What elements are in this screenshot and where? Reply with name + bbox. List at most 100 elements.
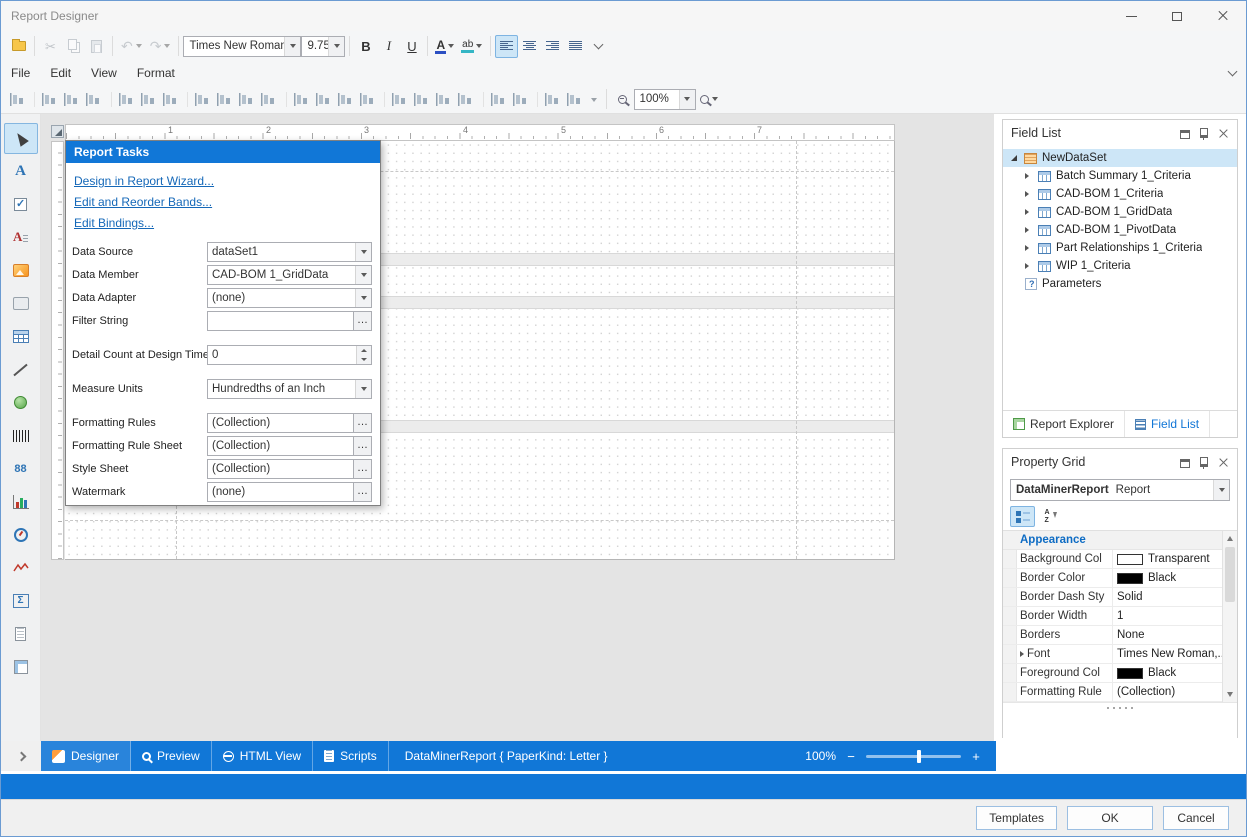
layout-tool-icon[interactable] <box>294 92 311 107</box>
layout-tool-icon[interactable] <box>491 92 508 107</box>
align-left-button[interactable] <box>495 35 518 58</box>
layout-tool-icon[interactable] <box>217 92 234 107</box>
tool-subreport[interactable] <box>4 651 38 682</box>
tool-gauge[interactable] <box>4 519 38 550</box>
align-justify-button[interactable] <box>564 35 587 58</box>
view-tab[interactable]: HTML View <box>212 741 313 771</box>
pin-icon[interactable] <box>1197 127 1210 140</box>
property-value[interactable]: Black <box>1112 664 1237 682</box>
align-center-button[interactable] <box>518 35 541 58</box>
report-task-link[interactable]: Design in Report Wizard... <box>74 174 372 188</box>
property-value[interactable]: (Collection) <box>1112 683 1237 701</box>
layout-tool-icon[interactable] <box>458 92 475 107</box>
ellipsis-button[interactable] <box>354 436 372 456</box>
field-editor[interactable]: (Collection) <box>207 436 354 456</box>
property-row[interactable]: Formatting Rule (Collection) <box>1003 683 1237 702</box>
dialog-button[interactable]: Cancel <box>1163 806 1229 830</box>
tool-zip-code[interactable] <box>4 453 38 484</box>
report-task-link[interactable]: Edit Bindings... <box>74 216 372 230</box>
tool-bar-code[interactable] <box>4 420 38 451</box>
layout-tool-icon[interactable] <box>119 92 136 107</box>
tool-check-box[interactable] <box>4 189 38 220</box>
field-editor[interactable] <box>207 311 354 331</box>
ellipsis-button[interactable] <box>354 311 372 331</box>
underline-button[interactable]: U <box>400 35 423 58</box>
layout-tool-icon[interactable] <box>10 92 27 107</box>
layout-tool-icon[interactable] <box>141 92 158 107</box>
property-value[interactable]: None <box>1112 626 1237 644</box>
tool-panel[interactable] <box>4 288 38 319</box>
tree-node-table[interactable]: WIP 1_Criteria <box>1003 257 1237 275</box>
toolbox-expand-button[interactable] <box>1 741 41 771</box>
property-row[interactable]: Borders None <box>1003 626 1237 645</box>
tool-chart[interactable] <box>4 486 38 517</box>
property-value[interactable]: Transparent <box>1112 550 1237 568</box>
font-size-combo[interactable]: 9.75 <box>301 36 345 57</box>
expand-icon[interactable] <box>1025 263 1035 269</box>
ellipsis-button[interactable] <box>354 413 372 433</box>
ellipsis-button[interactable] <box>354 459 372 479</box>
panel-tab[interactable]: Report Explorer <box>1003 411 1125 437</box>
report-select-icon[interactable] <box>51 125 64 138</box>
scroll-thumb[interactable] <box>1225 547 1235 602</box>
scroll-down-icon[interactable] <box>1227 692 1233 697</box>
maximize-button[interactable] <box>1154 1 1200 31</box>
layout-tool-icon[interactable] <box>42 92 59 107</box>
object-selector-combo[interactable]: DataMinerReport Report <box>1010 479 1230 501</box>
property-value[interactable]: Solid <box>1112 588 1237 606</box>
close-icon[interactable] <box>1217 127 1230 140</box>
layout-tool-icon[interactable] <box>589 92 599 107</box>
property-value[interactable]: Black <box>1112 569 1237 587</box>
layout-tool-icon[interactable] <box>414 92 431 107</box>
property-row[interactable]: Border Width 1 <box>1003 607 1237 626</box>
field-editor[interactable]: (none) <box>207 288 372 308</box>
scrollbar[interactable] <box>1222 531 1237 702</box>
dropdown-button[interactable] <box>355 266 371 284</box>
italic-button[interactable]: I <box>377 35 400 58</box>
highlight-color-button[interactable] <box>458 35 486 58</box>
copy-button[interactable] <box>62 35 85 58</box>
menu-item[interactable]: File <box>1 61 40 85</box>
tree-node-table[interactable]: CAD-BOM 1_PivotData <box>1003 221 1237 239</box>
tree-node-table[interactable]: CAD-BOM 1_Criteria <box>1003 185 1237 203</box>
menu-item[interactable]: View <box>81 61 127 85</box>
field-editor[interactable]: (none) <box>207 482 354 502</box>
expand-icon[interactable] <box>1025 173 1035 179</box>
property-value[interactable]: 1 <box>1112 607 1237 625</box>
layout-tool-icon[interactable] <box>195 92 212 107</box>
zoom-in-button[interactable] <box>970 750 982 763</box>
tree-node-dataset[interactable]: NewDataSet <box>1003 149 1237 167</box>
close-icon[interactable] <box>1217 456 1230 469</box>
tool-sparkline[interactable] <box>4 552 38 583</box>
undo-button[interactable]: ↶ <box>117 35 146 58</box>
redo-button[interactable]: ↷ <box>146 35 175 58</box>
tree-node-table[interactable]: CAD-BOM 1_GridData <box>1003 203 1237 221</box>
expand-icon[interactable] <box>1025 227 1035 233</box>
scroll-up-icon[interactable] <box>1227 536 1233 541</box>
dropdown-button[interactable] <box>355 380 371 398</box>
cut-button[interactable]: ✂ <box>39 35 62 58</box>
tool-shape[interactable] <box>4 387 38 418</box>
tool-page-info[interactable] <box>4 618 38 649</box>
layout-tool-icon[interactable] <box>545 92 562 107</box>
expand-icon[interactable] <box>1025 191 1035 197</box>
close-button[interactable] <box>1200 1 1246 31</box>
font-color-button[interactable] <box>432 35 458 58</box>
restore-icon[interactable] <box>1180 459 1190 468</box>
field-editor[interactable]: (Collection) <box>207 459 354 479</box>
layout-tool-icon[interactable] <box>163 92 180 107</box>
report-task-link[interactable]: Edit and Reorder Bands... <box>74 195 372 209</box>
field-editor[interactable]: dataSet1 <box>207 242 372 262</box>
expand-icon[interactable] <box>1025 209 1035 215</box>
layout-tool-icon[interactable] <box>436 92 453 107</box>
tool-table[interactable] <box>4 321 38 352</box>
spin-down-icon[interactable] <box>357 355 371 364</box>
pin-icon[interactable] <box>1197 456 1210 469</box>
open-button[interactable] <box>7 35 30 58</box>
layout-tool-icon[interactable] <box>64 92 81 107</box>
zoom-slider[interactable] <box>866 755 961 758</box>
layout-tool-icon[interactable] <box>360 92 377 107</box>
dropdown-button[interactable] <box>328 37 344 56</box>
dropdown-button[interactable] <box>355 289 371 307</box>
property-row[interactable]: Background Col Transparent <box>1003 550 1237 569</box>
